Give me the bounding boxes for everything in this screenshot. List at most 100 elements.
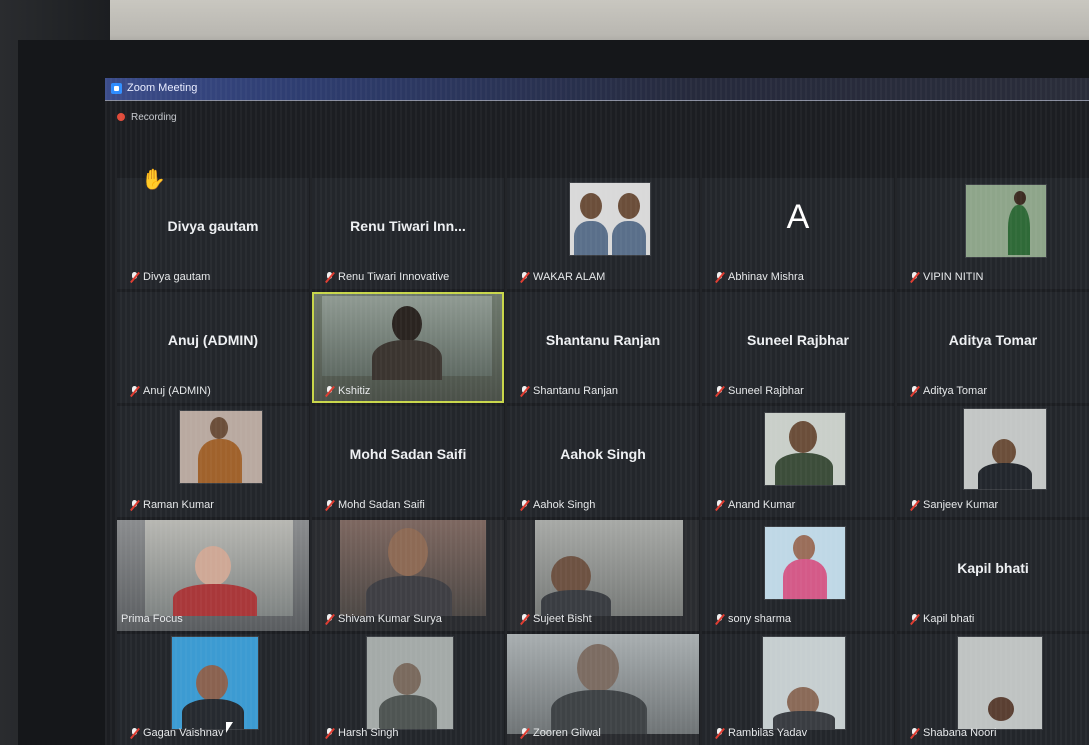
profile-photo	[171, 636, 259, 730]
participant-tile-active-speaker[interactable]: Kshitiz	[312, 292, 504, 403]
participant-tile[interactable]: Shantanu Ranjan Shantanu Ranjan	[507, 292, 699, 403]
mic-muted-icon	[911, 272, 918, 282]
mic-muted-icon	[326, 500, 333, 510]
participant-name: Raman Kumar	[143, 499, 214, 511]
mic-muted-icon	[131, 272, 138, 282]
video-feed	[322, 296, 492, 380]
participant-label: Raman Kumar	[131, 499, 214, 511]
participant-tile[interactable]: Kapil bhati Kapil bhati	[897, 520, 1089, 631]
participant-name-large: Shantanu Ranjan	[545, 331, 661, 348]
mouse-cursor-icon	[226, 722, 233, 733]
participant-label: Shantanu Ranjan	[521, 385, 618, 397]
participant-tile[interactable]: Divya gautam Divya gautam	[117, 178, 309, 289]
participant-name: Kshitiz	[338, 385, 371, 397]
participant-label: Harsh Singh	[326, 727, 399, 739]
mic-muted-icon	[716, 614, 723, 624]
participant-name: Divya gautam	[143, 271, 211, 283]
mic-muted-icon	[716, 272, 723, 282]
participant-tile[interactable]: Sujeet Bisht	[507, 520, 699, 631]
mic-muted-icon	[716, 500, 723, 510]
participant-tile[interactable]: Renu Tiwari Inn... Renu Tiwari Innovativ…	[312, 178, 504, 289]
mic-muted-icon	[716, 386, 723, 396]
mic-muted-icon	[131, 500, 138, 510]
mic-muted-icon	[521, 272, 528, 282]
participant-tile[interactable]: Aditya Tomar Aditya Tomar	[897, 292, 1089, 403]
mic-muted-icon	[326, 272, 333, 282]
profile-photo	[764, 412, 846, 486]
profile-photo	[569, 182, 651, 256]
mic-muted-icon	[521, 386, 528, 396]
participant-tile[interactable]: Sanjeev Kumar	[897, 406, 1089, 517]
participant-label: sony sharma	[716, 613, 791, 625]
participant-name: Suneel Rajbhar	[728, 385, 804, 397]
participant-name: Shabana Noori	[923, 727, 997, 739]
mic-muted-icon	[911, 728, 918, 738]
participant-name: Shivam Kumar Surya	[338, 613, 442, 625]
participant-tile[interactable]: WAKAR ALAM	[507, 178, 699, 289]
participant-tile[interactable]: A Abhinav Mishra	[702, 178, 894, 289]
participant-name: Aahok Singh	[533, 499, 596, 511]
window-titlebar[interactable]: Zoom Meeting	[105, 78, 1089, 101]
participant-name: Abhinav Mishra	[728, 271, 804, 283]
participant-label: Prima Focus	[121, 613, 183, 625]
profile-photo	[179, 410, 263, 484]
profile-photo	[762, 636, 846, 730]
participant-name: WAKAR ALAM	[533, 271, 606, 283]
participant-tile[interactable]: Gagan Vaishnav	[117, 634, 309, 745]
participant-label: Zooren Gilwal	[521, 727, 601, 739]
participant-name-large: Divya gautam	[167, 217, 259, 234]
participant-name-large: Suneel Rajbhar	[747, 331, 849, 348]
participant-tile[interactable]: Harsh Singh	[312, 634, 504, 745]
participant-name: VIPIN NITIN	[923, 271, 984, 283]
participant-name-large: Aahok Singh	[560, 445, 646, 462]
participant-label: WAKAR ALAM	[521, 271, 605, 283]
participant-name-large: Anuj (ADMIN)	[167, 331, 259, 348]
participant-tile[interactable]: VIPIN NITIN	[897, 178, 1089, 289]
participant-label: Aahok Singh	[521, 499, 595, 511]
participant-name: Mohd Sadan Saifi	[338, 499, 425, 511]
participant-name: Prima Focus	[121, 613, 183, 625]
mic-muted-icon	[716, 728, 723, 738]
participant-label: Sujeet Bisht	[521, 613, 592, 625]
raised-hand-icon: ✋	[141, 169, 166, 191]
participant-tile[interactable]: sony sharma	[702, 520, 894, 631]
recording-indicator[interactable]: Recording	[117, 110, 177, 124]
participant-name-large: Renu Tiwari Inn...	[350, 217, 466, 234]
participant-tile[interactable]: Aahok Singh Aahok Singh	[507, 406, 699, 517]
participant-name: Gagan Vaishnav	[143, 727, 224, 739]
participant-tile[interactable]: Prima Focus	[117, 520, 309, 631]
recording-label: Recording	[131, 111, 177, 123]
participant-tile[interactable]: Zooren Gilwal	[507, 634, 699, 745]
window-title: Zoom Meeting	[127, 82, 198, 94]
mic-muted-icon	[326, 386, 333, 396]
participant-tile[interactable]: Anuj (ADMIN) Anuj (ADMIN)	[117, 292, 309, 403]
participant-tile[interactable]: Shabana Noori	[897, 634, 1089, 745]
participant-name: Kapil bhati	[923, 613, 975, 625]
participant-tile[interactable]: Anand Kumar	[702, 406, 894, 517]
profile-photo	[963, 408, 1047, 490]
participant-name: Zooren Gilwal	[533, 727, 601, 739]
mic-muted-icon	[326, 728, 333, 738]
participant-tile[interactable]: Rambilas Yadav	[702, 634, 894, 745]
participant-label: Shabana Noori	[911, 727, 996, 739]
participant-label: Renu Tiwari Innovative	[326, 271, 449, 283]
mic-muted-icon	[521, 614, 528, 624]
mic-muted-icon	[521, 728, 528, 738]
participant-tile[interactable]: Raman Kumar	[117, 406, 309, 517]
video-feed	[507, 634, 699, 734]
participant-name: Harsh Singh	[338, 727, 399, 739]
participant-tile[interactable]: Suneel Rajbhar Suneel Rajbhar	[702, 292, 894, 403]
participant-label: Shivam Kumar Surya	[326, 613, 442, 625]
participant-label: VIPIN NITIN	[911, 271, 984, 283]
participant-tile[interactable]: Shivam Kumar Surya	[312, 520, 504, 631]
video-feed	[145, 520, 293, 616]
participant-name-large: Mohd Sadan Saifi	[349, 445, 467, 462]
participant-label: Sanjeev Kumar	[911, 499, 998, 511]
participant-name-large: Kapil bhati	[957, 559, 1029, 576]
participant-label: Anand Kumar	[716, 499, 795, 511]
participant-label: Divya gautam	[131, 271, 210, 283]
profile-photo	[965, 184, 1047, 258]
participant-label: Suneel Rajbhar	[716, 385, 804, 397]
participant-tile[interactable]: Mohd Sadan Saifi Mohd Sadan Saifi	[312, 406, 504, 517]
participant-label: Abhinav Mishra	[716, 271, 804, 283]
